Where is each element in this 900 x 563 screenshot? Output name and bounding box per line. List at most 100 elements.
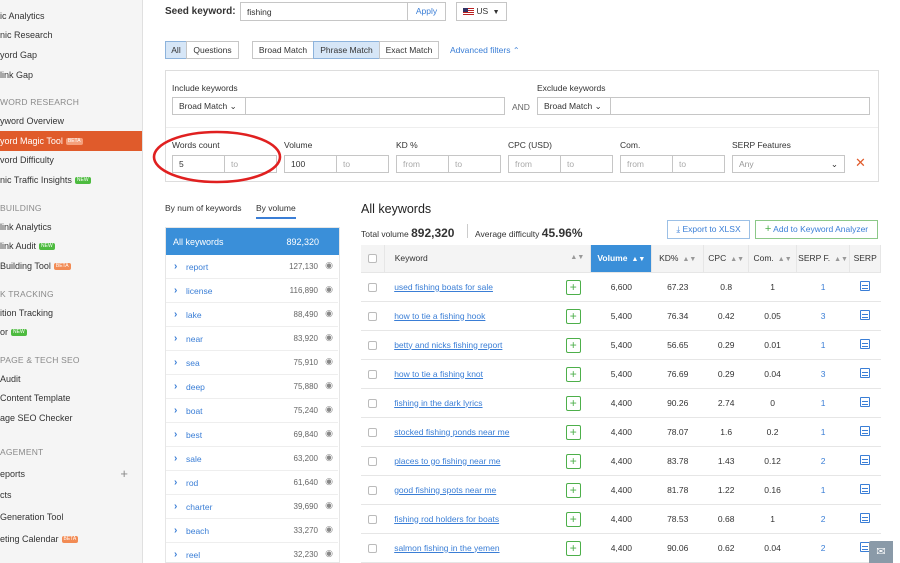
group-item[interactable]: › rod 61,640 ◉ xyxy=(166,471,338,495)
serp-features-cell[interactable]: 1 xyxy=(796,388,850,418)
chevron-right-icon[interactable]: › xyxy=(174,453,177,464)
select-all-checkbox[interactable] xyxy=(367,254,377,264)
keyword-link[interactable]: betty and nicks fishing report xyxy=(394,340,502,350)
group-item[interactable]: › lake 88,490 ◉ xyxy=(166,303,338,327)
eye-icon[interactable]: ◉ xyxy=(325,260,333,271)
chevron-right-icon[interactable]: › xyxy=(174,357,177,368)
row-checkbox-cell[interactable] xyxy=(361,301,385,331)
include-match-select[interactable]: Broad Match ⌄ xyxy=(172,97,246,115)
sidebar-item-keyword-magic-tool[interactable]: yord Magic Tool BETA xyxy=(0,131,142,151)
serp-cell[interactable] xyxy=(849,417,881,447)
eye-icon[interactable]: ◉ xyxy=(325,332,333,343)
row-checkbox-cell[interactable] xyxy=(361,475,385,505)
serp-snapshot-icon[interactable] xyxy=(860,483,871,494)
serp-cell[interactable] xyxy=(849,272,881,302)
sidebar-item-organic-research[interactable]: nic Research xyxy=(0,25,53,45)
serp-features-cell[interactable]: 2 xyxy=(796,533,850,563)
volume-from-input[interactable] xyxy=(284,155,337,173)
sidebar-item-site-audit[interactable]: Audit xyxy=(0,369,21,389)
sidebar-item-my-reports[interactable]: eports + xyxy=(0,464,142,484)
group-item[interactable]: › boat 75,240 ◉ xyxy=(166,399,338,423)
row-checkbox-cell[interactable] xyxy=(361,359,385,389)
row-checkbox-cell[interactable] xyxy=(361,388,385,418)
tab-by-num-of-keywords[interactable]: By num of keywords xyxy=(165,203,242,213)
serp-cell[interactable] xyxy=(849,301,881,331)
chevron-right-icon[interactable]: › xyxy=(174,309,177,320)
sidebar-item-keyword-gap[interactable]: yord Gap xyxy=(0,45,37,65)
chevron-right-icon[interactable]: › xyxy=(174,549,177,560)
add-keyword-button[interactable]: + xyxy=(565,366,581,382)
group-item[interactable]: › license 116,890 ◉ xyxy=(166,279,338,303)
serp-cell[interactable] xyxy=(849,504,881,534)
sidebar-item-traffic-analytics[interactable]: ic Analytics xyxy=(0,6,45,26)
select-all-checkbox-cell[interactable] xyxy=(361,245,385,273)
eye-icon[interactable]: ◉ xyxy=(325,404,333,415)
chevron-right-icon[interactable]: › xyxy=(174,477,177,488)
plus-icon[interactable]: + xyxy=(120,464,128,484)
row-checkbox-cell[interactable] xyxy=(361,330,385,360)
chevron-right-icon[interactable]: › xyxy=(174,405,177,416)
serp-snapshot-icon[interactable] xyxy=(860,425,871,436)
feedback-button[interactable]: ✉ xyxy=(869,541,893,563)
group-item[interactable]: › sale 63,200 ◉ xyxy=(166,447,338,471)
add-keyword-button[interactable]: + xyxy=(565,511,581,527)
add-keyword-button[interactable]: + xyxy=(565,308,581,324)
column-kd[interactable]: KD% ▲▼ xyxy=(651,245,705,273)
sidebar-item-link-building-tool[interactable]: Building Tool BETA xyxy=(0,256,71,276)
cpc-from-input[interactable] xyxy=(508,155,561,173)
export-xlsx-button[interactable]: ⤓ Export to XLSX xyxy=(667,220,750,239)
tab-all[interactable]: All xyxy=(165,41,187,59)
serp-features-select[interactable]: Any ⌄ xyxy=(732,155,845,173)
serp-cell[interactable] xyxy=(849,330,881,360)
tab-broad-match[interactable]: Broad Match xyxy=(252,41,314,59)
com-from-input[interactable] xyxy=(620,155,673,173)
chevron-right-icon[interactable]: › xyxy=(174,381,177,392)
exclude-match-select[interactable]: Broad Match ⌄ xyxy=(537,97,611,115)
serp-cell[interactable] xyxy=(849,475,881,505)
serp-features-cell[interactable]: 1 xyxy=(796,330,850,360)
column-keyword[interactable]: Keyword ▲▼ xyxy=(384,245,592,273)
serp-features-cell[interactable]: 1 xyxy=(796,272,850,302)
group-item[interactable]: › near 83,920 ◉ xyxy=(166,327,338,351)
keyword-link[interactable]: fishing rod holders for boats xyxy=(394,514,499,524)
row-checkbox[interactable] xyxy=(368,369,378,379)
sidebar-item-marketing-calendar[interactable]: eting Calendar BETA xyxy=(0,529,79,549)
sidebar-item-sensor[interactable]: or NEW xyxy=(0,322,27,342)
serp-cell[interactable] xyxy=(849,446,881,476)
keyword-link[interactable]: salmon fishing in the yemen xyxy=(394,543,499,553)
kd-from-input[interactable] xyxy=(396,155,449,173)
include-keywords-input[interactable] xyxy=(245,97,505,115)
serp-features-cell[interactable]: 1 xyxy=(796,417,850,447)
serp-snapshot-icon[interactable] xyxy=(860,454,871,465)
row-checkbox-cell[interactable] xyxy=(361,533,385,563)
sidebar-item-keyword-overview[interactable]: yword Overview xyxy=(0,111,64,131)
serp-features-cell[interactable]: 2 xyxy=(796,446,850,476)
cpc-to-input[interactable] xyxy=(560,155,613,173)
group-item[interactable]: › report 127,130 ◉ xyxy=(166,255,338,279)
sidebar-item-projects[interactable]: cts xyxy=(0,485,12,505)
kd-to-input[interactable] xyxy=(448,155,501,173)
eye-icon[interactable]: ◉ xyxy=(325,548,333,559)
eye-icon[interactable]: ◉ xyxy=(325,428,333,439)
chevron-right-icon[interactable]: › xyxy=(174,333,177,344)
group-item[interactable]: › charter 39,690 ◉ xyxy=(166,495,338,519)
eye-icon[interactable]: ◉ xyxy=(325,308,333,319)
row-checkbox[interactable] xyxy=(368,340,378,350)
column-cpc[interactable]: CPC ▲▼ xyxy=(703,245,750,273)
row-checkbox[interactable] xyxy=(368,485,378,495)
group-item[interactable]: › best 69,840 ◉ xyxy=(166,423,338,447)
serp-cell[interactable] xyxy=(849,359,881,389)
advanced-filters-toggle[interactable]: Advanced filters ⌃ xyxy=(450,45,520,55)
row-checkbox[interactable] xyxy=(368,543,378,553)
sidebar-item-position-tracking[interactable]: ition Tracking xyxy=(0,303,53,323)
sidebar-item-organic-traffic-insights[interactable]: nic Traffic Insights NEW xyxy=(0,170,91,190)
row-checkbox[interactable] xyxy=(368,398,378,408)
chevron-right-icon[interactable]: › xyxy=(174,501,177,512)
keyword-link[interactable]: places to go fishing near me xyxy=(394,456,500,466)
tab-phrase-match[interactable]: Phrase Match xyxy=(313,41,380,59)
add-to-keyword-analyzer-button[interactable]: + Add to Keyword Analyzer xyxy=(755,220,878,239)
exclude-keywords-input[interactable] xyxy=(610,97,870,115)
database-select[interactable]: US ▼ xyxy=(456,2,507,21)
chevron-right-icon[interactable]: › xyxy=(174,429,177,440)
sidebar-item-seo-content-template[interactable]: Content Template xyxy=(0,388,70,408)
